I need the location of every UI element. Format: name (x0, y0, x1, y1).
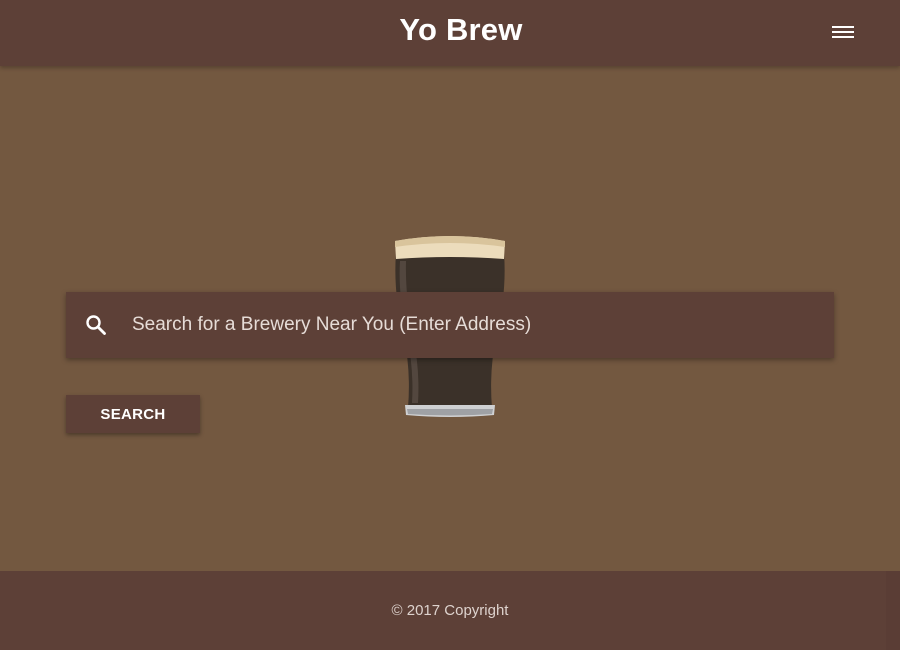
page-footer: © 2017 Copyright (0, 571, 886, 650)
copyright-text: © 2017 Copyright (391, 602, 509, 619)
menu-line (832, 36, 854, 38)
menu-line (832, 31, 854, 33)
brand-logo-title[interactable]: Yo Brew (0, 12, 900, 48)
top-navbar: Yo Brew (0, 0, 900, 66)
footer-edge (886, 571, 900, 650)
search-bar (66, 292, 834, 358)
hamburger-menu-button[interactable] (826, 20, 860, 46)
address-search-input[interactable] (132, 292, 822, 358)
menu-line (832, 26, 854, 28)
search-button[interactable]: SEARCH (66, 395, 200, 433)
search-icon[interactable] (84, 313, 108, 337)
